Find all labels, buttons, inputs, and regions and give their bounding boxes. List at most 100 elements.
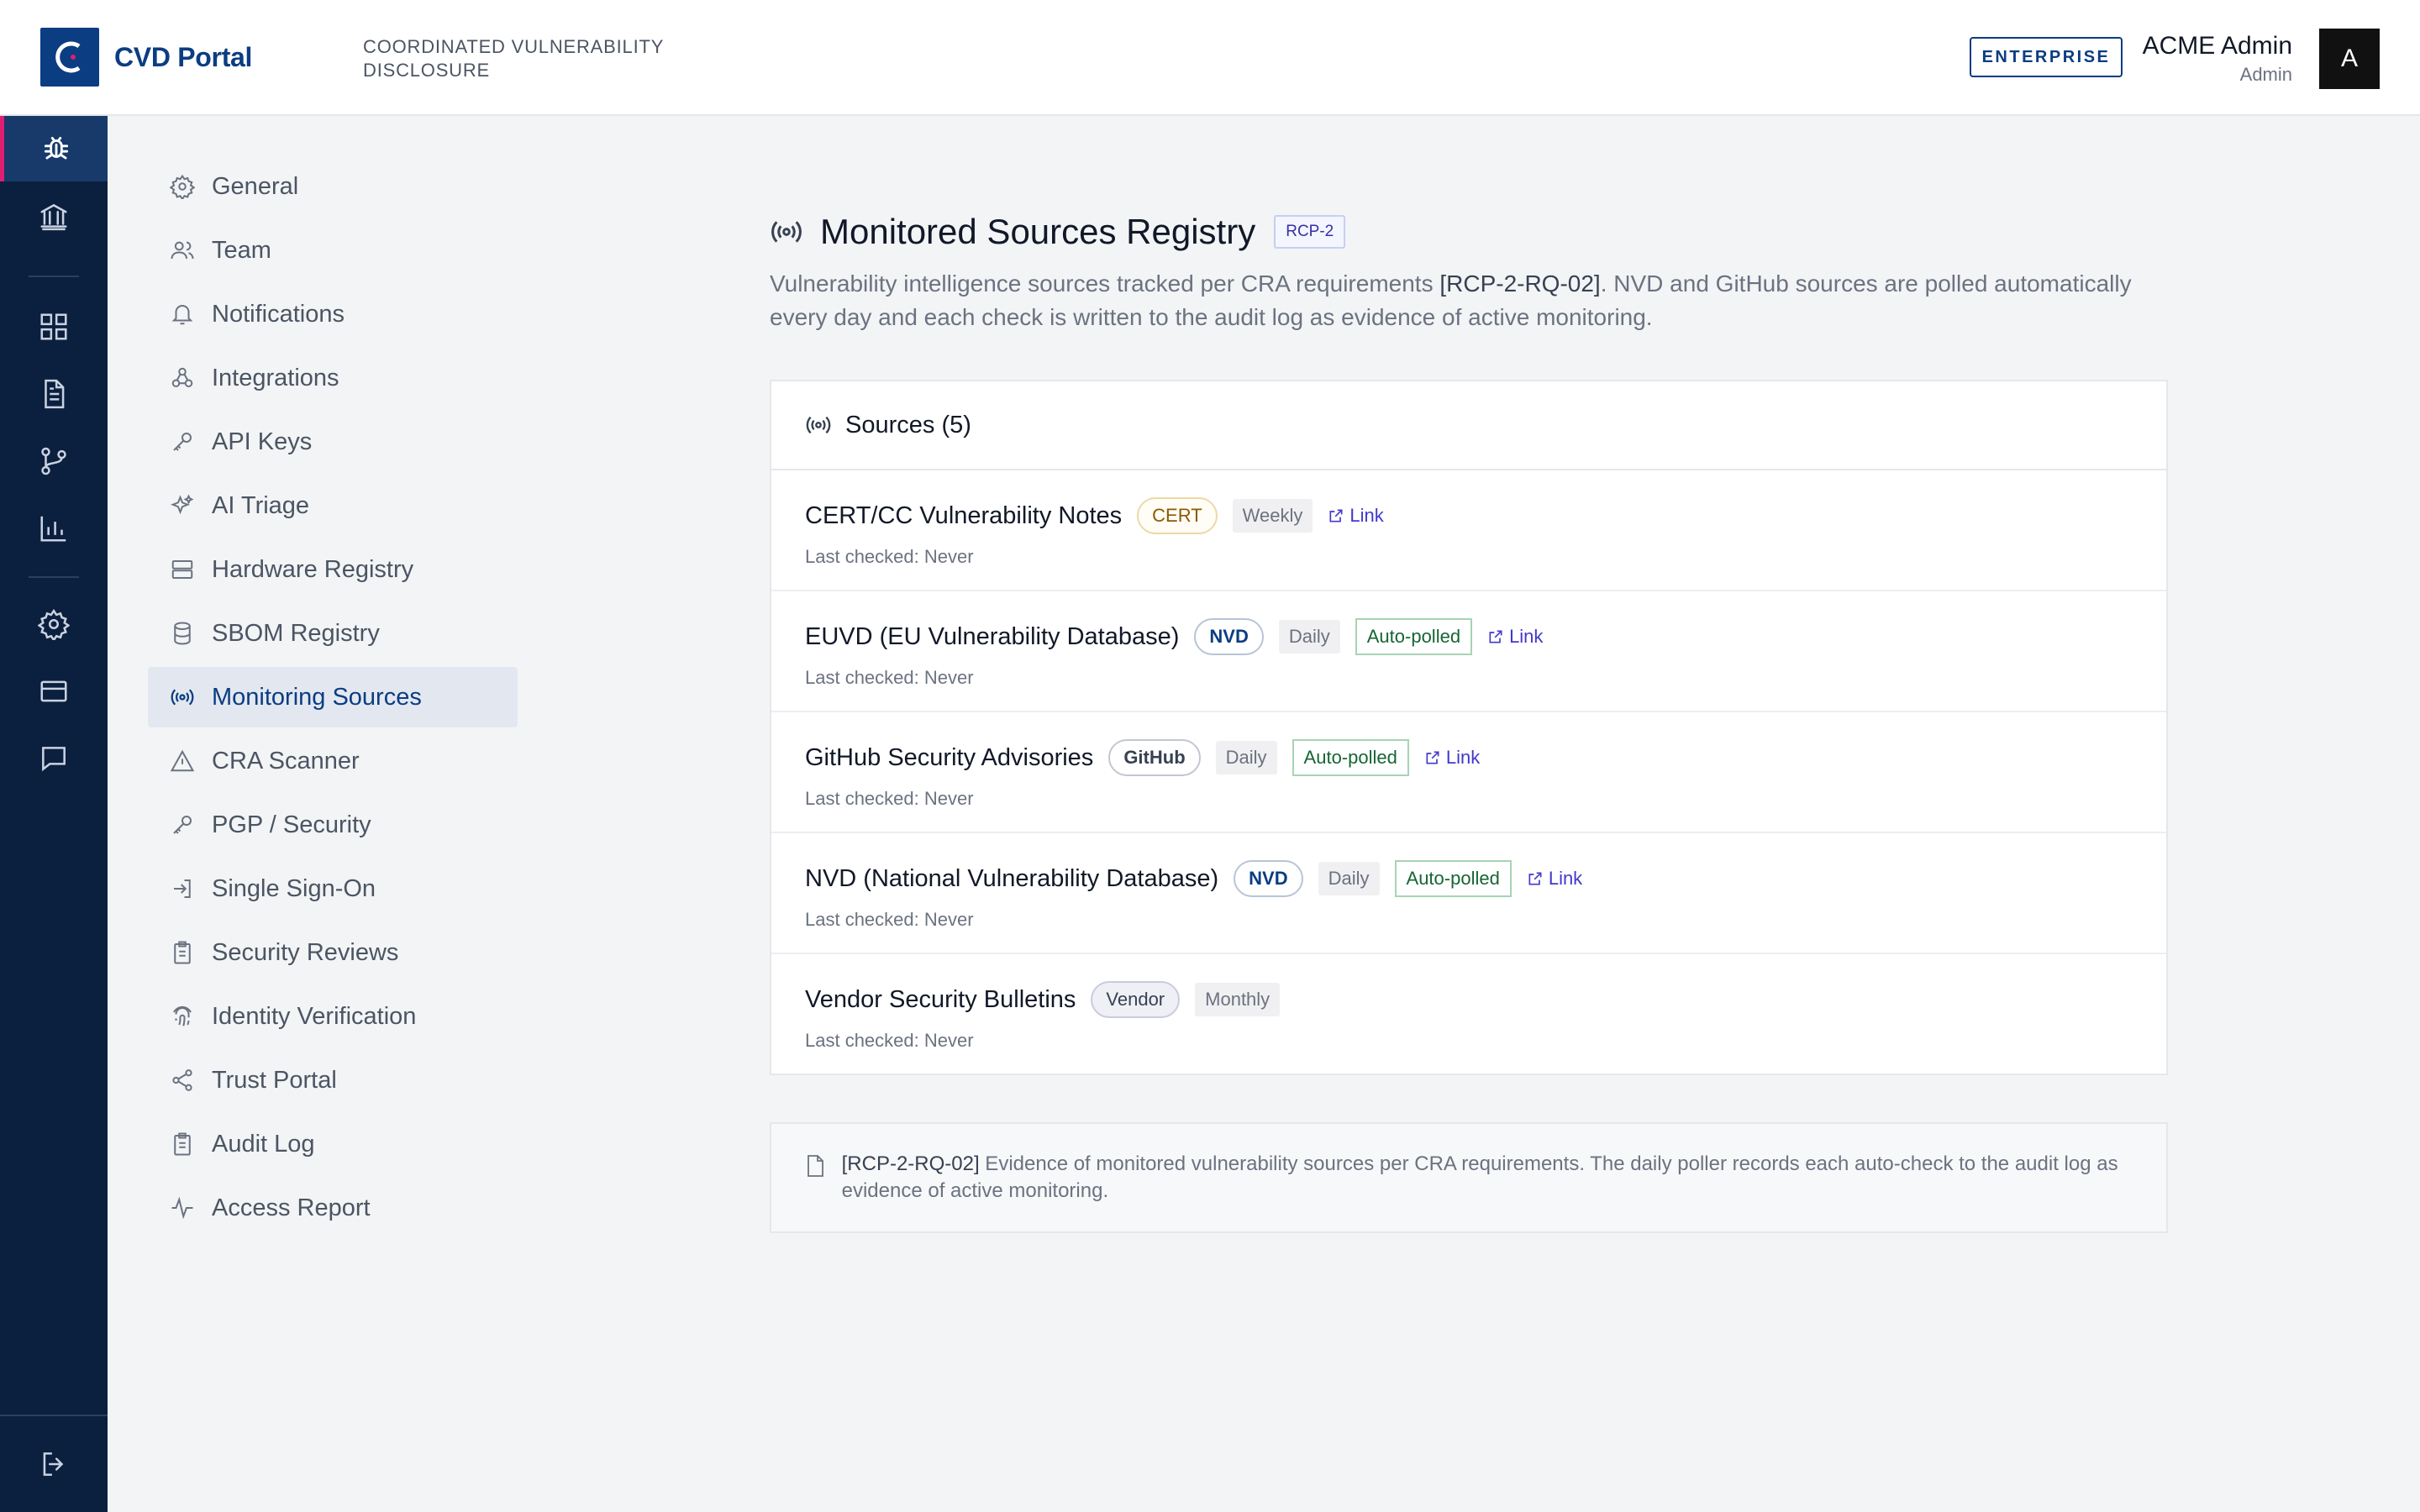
rail-bank[interactable] [0,183,108,249]
dashboard-icon [40,313,67,340]
nav-label: AI Triage [212,491,310,519]
gear-icon [38,608,70,640]
external-link-icon [1489,630,1502,643]
database-icon [168,619,197,648]
rail-divider [29,576,79,578]
activity-icon [168,1194,197,1222]
nav-item-sbom-registry[interactable]: SBOM Registry [148,603,518,664]
rail-analytics[interactable] [0,496,108,561]
last-checked: Last checked: Never [805,788,974,809]
logo-c-icon [55,41,81,73]
auto-polled-tag: Auto-polled [1394,860,1512,897]
source-link-label: Link [1349,505,1384,526]
file-icon [808,1155,823,1177]
nav-item-ai-triage[interactable]: AI Triage [148,475,518,536]
sources-panel-title: Sources (5) [845,411,971,438]
note-text: [RCP-2-RQ-02] Evidence of monitored vuln… [842,1151,2133,1231]
external-link-icon [1426,751,1439,764]
nav-item-hardware-registry[interactable]: Hardware Registry [148,539,518,600]
nav-label: Team [212,236,271,264]
users-icon [168,236,197,265]
user-name[interactable]: ACME Admin [2143,32,2292,60]
page-heading: Monitored Sources Registry RCP-2 [770,212,1346,252]
last-checked: Last checked: Never [805,909,974,930]
radio-icon [168,683,197,711]
nav-label: Integrations [212,364,339,391]
rail-logout[interactable] [0,1415,108,1512]
login-icon [168,874,197,903]
nav-item-team[interactable]: Team [148,220,518,281]
source-link-label: Link [1509,626,1544,647]
rail-messages[interactable] [0,726,108,791]
nav-item-api-keys[interactable]: API Keys [148,412,518,472]
nav-item-pgp-security[interactable]: PGP / Security [148,795,518,855]
sources-panel: Sources (5) CERT/CC Vulnerability Notes … [770,380,2168,1075]
nav-label: Identity Verification [212,1002,417,1030]
rail-branches[interactable] [0,428,108,494]
nav-item-notifications[interactable]: Notifications [148,284,518,344]
message-icon [42,747,66,772]
last-checked: Last checked: Never [805,546,974,567]
avatar[interactable]: A [2319,29,2380,89]
source-row: GitHub Security Advisories GitHub Daily … [771,712,2166,833]
rail-bug[interactable] [0,116,108,181]
source-type-badge: NVD [1234,860,1303,897]
logo[interactable] [40,28,99,87]
source-type-badge: GitHub [1108,739,1201,776]
auto-polled-tag: Auto-polled [1355,618,1473,655]
fingerprint-icon [168,1002,197,1031]
nav-item-integrations[interactable]: Integrations [148,348,518,408]
nav-item-security-reviews[interactable]: Security Reviews [148,922,518,983]
chart-icon [40,516,66,542]
radio-icon [771,221,802,243]
rail-dashboard[interactable] [0,294,108,360]
brand-name[interactable]: CVD Portal [114,42,252,73]
page-description: Vulnerability intelligence sources track… [770,267,2181,334]
source-row: CERT/CC Vulnerability Notes CERT Weekly … [771,470,2166,591]
nav-label: General [212,172,299,200]
desc-ref: [RCP-2-RQ-02] [1439,270,1601,297]
rail-settings[interactable] [0,591,108,657]
document-icon [45,379,65,409]
rail-documents[interactable] [0,361,108,427]
nav-item-trust-portal[interactable]: Trust Portal [148,1050,518,1110]
frequency-tag: Monthly [1195,983,1281,1016]
source-name: GitHub Security Advisories [805,743,1094,771]
top-header: CVD Portal COORDINATED VULNERABILITY DIS… [0,0,2420,116]
server-icon [168,555,197,584]
source-type-badge: CERT [1137,497,1218,534]
nav-label: SBOM Registry [212,619,380,647]
nav-item-single-sign-on[interactable]: Single Sign-On [148,858,518,919]
icon-rail [0,116,108,1512]
source-row: NVD (National Vulnerability Database) NV… [771,833,2166,954]
key-icon [168,428,197,456]
clipboard-icon [168,1130,197,1158]
source-row: Vendor Security Bulletins Vendor Monthly… [771,954,2166,1075]
user-role: Admin [2239,64,2292,85]
frequency-tag: Daily [1215,741,1277,774]
source-link[interactable]: Link [1487,626,1543,648]
logout-icon [43,1452,64,1476]
nav-label: Monitoring Sources [212,683,422,711]
external-link-icon [1329,509,1343,522]
note-body: Evidence of monitored vulnerability sour… [841,1152,2118,1202]
evidence-note: [RCP-2-RQ-02] Evidence of monitored vuln… [770,1122,2168,1233]
webhook-icon [168,364,197,392]
gear-icon [168,172,197,201]
rail-billing[interactable] [0,659,108,724]
source-link[interactable]: Link [1527,868,1582,890]
nav-item-audit-log[interactable]: Audit Log [148,1114,518,1174]
nav-item-identity-verification[interactable]: Identity Verification [148,986,518,1047]
nav-item-general[interactable]: General [148,156,518,217]
nav-item-cra-scanner[interactable]: CRA Scanner [148,731,518,791]
source-name: Vendor Security Bulletins [805,985,1076,1013]
nav-label: Hardware Registry [212,555,414,583]
source-link[interactable]: Link [1328,505,1384,527]
last-checked: Last checked: Never [805,667,974,688]
warning-icon [168,747,197,775]
nav-item-access-report[interactable]: Access Report [148,1178,518,1238]
nav-item-monitoring-sources[interactable]: Monitoring Sources [148,667,518,727]
source-link[interactable]: Link [1424,747,1480,769]
sparkles-icon [168,491,197,520]
source-name: EUVD (EU Vulnerability Database) [805,622,1180,650]
